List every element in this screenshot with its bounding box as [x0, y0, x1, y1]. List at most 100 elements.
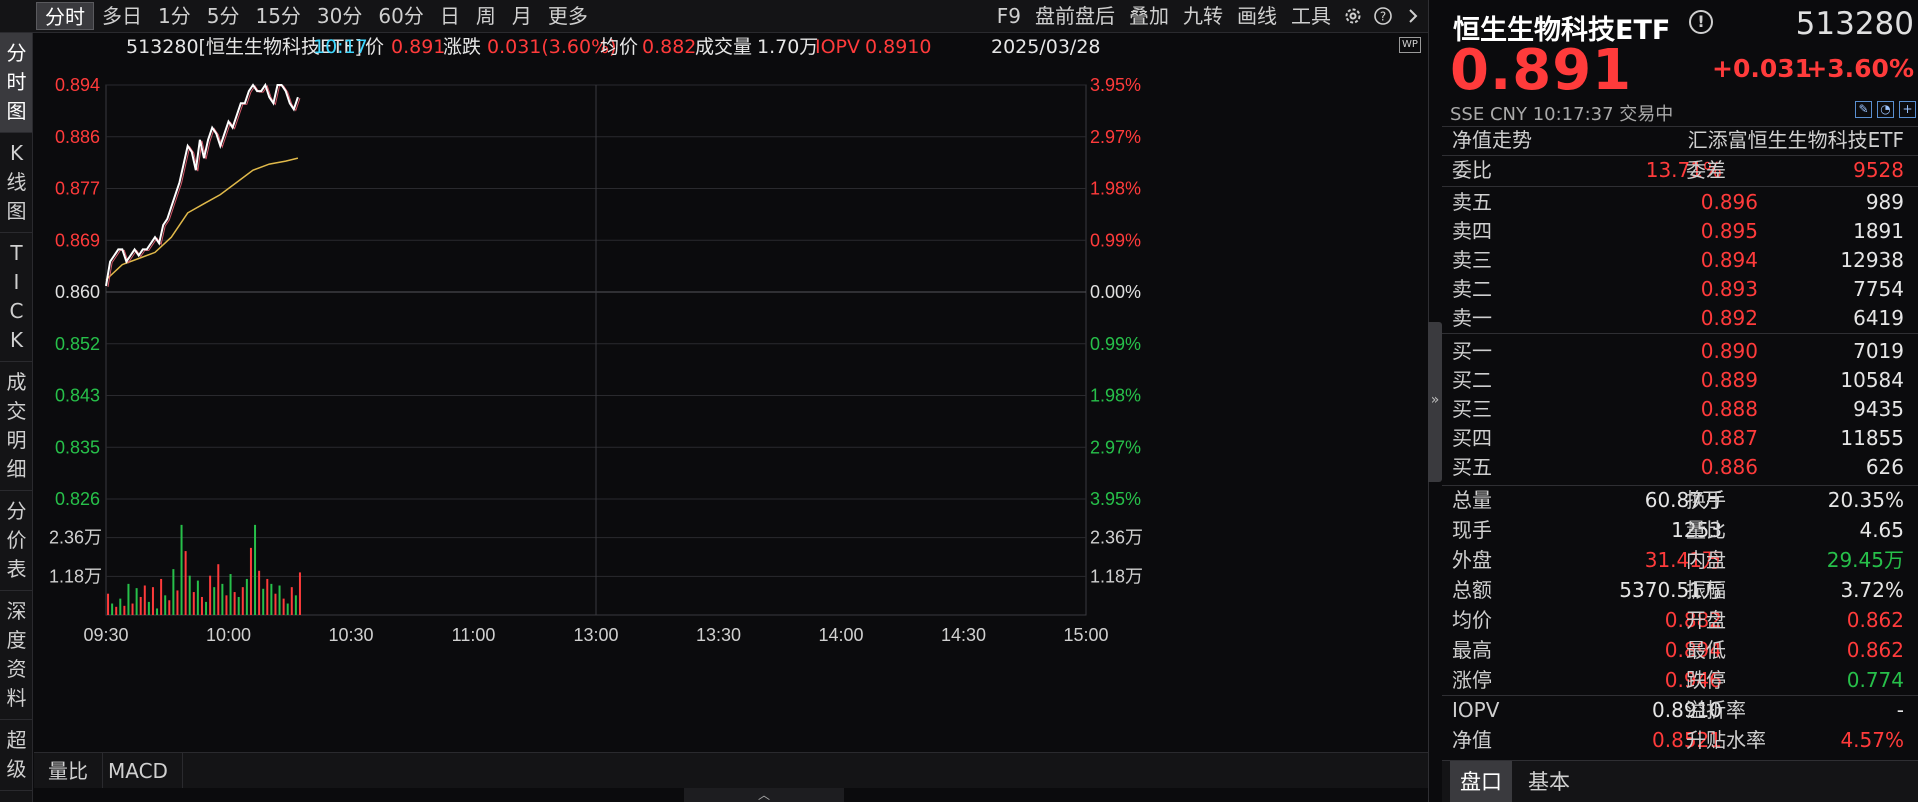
stat-label: 涨停: [1452, 668, 1492, 692]
bid-price: 0.888: [1700, 397, 1758, 421]
tab-30min[interactable]: 30分: [309, 2, 370, 30]
ask-level-row[interactable]: 卖四 0.895 1891: [1442, 217, 1918, 246]
stat-row[interactable]: 最高 0.894 最低 0.862: [1442, 636, 1918, 665]
top-toolbar: 分时 多日 1分 5分 15分 30分 60分 日 周 月 更多 F9 盘前盘后…: [0, 0, 1428, 33]
ask-price: 0.893: [1700, 277, 1758, 301]
ask-level-row[interactable]: 卖一 0.892 6419: [1442, 304, 1918, 333]
nav-trend-row[interactable]: 净值走势 汇添富恒生生物科技ETF: [1442, 126, 1918, 155]
iopv-value: 0.8910: [865, 36, 932, 58]
tab-60min[interactable]: 60分: [370, 2, 431, 30]
chevron-right-icon[interactable]: [1398, 2, 1428, 30]
bid-level-label: 买三: [1452, 397, 1492, 421]
bid-level-row[interactable]: 买一 0.890 7019: [1442, 337, 1918, 366]
tab-1min[interactable]: 1分: [150, 2, 199, 30]
nav-super[interactable]: 超级: [0, 720, 32, 791]
nav-trade-detail[interactable]: 成交明细: [0, 362, 32, 491]
price-line: [105, 82, 299, 287]
period-tabs: 分时 多日 1分 5分 15分 30分 60分 日 周 月 更多: [36, 2, 596, 30]
tab-week[interactable]: 周: [468, 2, 504, 30]
stat-value: 20.35%: [1827, 488, 1904, 512]
tab-volume-ratio[interactable]: 量比: [34, 753, 103, 789]
stat-row[interactable]: 外盘 31.41万 内盘 29.45万: [1442, 546, 1918, 575]
volume-tick-label-right: 2.36万: [1090, 528, 1143, 548]
bid-level-row[interactable]: 买四 0.887 11855: [1442, 424, 1918, 453]
stat-value: 29.45万: [1826, 548, 1904, 572]
ask-level-row[interactable]: 卖三 0.894 12938: [1442, 246, 1918, 275]
weibi-row: 委比 13.71% 委差 9528: [1442, 156, 1918, 185]
ask-volume: 12938: [1840, 248, 1904, 272]
tab-more[interactable]: 更多: [540, 2, 596, 30]
tab-multi-day[interactable]: 多日: [94, 2, 150, 30]
f9-button[interactable]: F9: [990, 2, 1028, 30]
overlay-button[interactable]: 叠加: [1122, 2, 1176, 30]
iopv-line: [107, 84, 301, 287]
stat-row[interactable]: 涨停 0.946 跌停 0.774: [1442, 666, 1918, 695]
stat-value: 0.862: [1846, 638, 1904, 662]
ask-level-label: 卖三: [1452, 248, 1492, 272]
nav-price-table[interactable]: 分价表: [0, 491, 32, 591]
ask-level-label: 卖五: [1452, 190, 1492, 214]
stat-row[interactable]: 总量 60.87万 换手 20.35%: [1442, 486, 1918, 515]
bid-level-label: 买一: [1452, 339, 1492, 363]
avg-price-line: [105, 157, 299, 281]
volume-tick-label-left: 2.36万: [49, 528, 102, 548]
pre-post-market-button[interactable]: 盘前盘后: [1028, 2, 1122, 30]
y-tick-label-right: 0.99%: [1090, 230, 1141, 250]
tab-15min[interactable]: 15分: [247, 2, 308, 30]
gear-icon[interactable]: [1338, 2, 1368, 30]
stat-row[interactable]: 现手 1253 量比 4.65: [1442, 516, 1918, 545]
nine-turn-button[interactable]: 九转: [1176, 2, 1230, 30]
tab-fenshi[interactable]: 分时: [36, 2, 94, 30]
nav-intraday-chart[interactable]: 分时图: [0, 33, 32, 133]
ask-level-row[interactable]: 卖二 0.893 7754: [1442, 275, 1918, 304]
nav-trend-label[interactable]: 净值走势: [1452, 126, 1532, 155]
tab-basic[interactable]: 基本: [1518, 761, 1580, 802]
collapse-panel-handle[interactable]: »: [1428, 322, 1442, 482]
help-icon[interactable]: ?: [1368, 2, 1398, 30]
nav-kline-chart[interactable]: K线图: [0, 133, 32, 233]
chevron-up-icon[interactable]: ︿: [684, 788, 844, 802]
ask-level-row[interactable]: 卖五 0.896 989: [1442, 188, 1918, 217]
tab-order-book[interactable]: 盘口: [1450, 761, 1512, 802]
y-tick-label-right: 3.95%: [1090, 75, 1141, 95]
stat-row[interactable]: 总额 5370.51万 振幅 3.72%: [1442, 576, 1918, 605]
bid-volume: 10584: [1840, 368, 1904, 392]
tab-month[interactable]: 月: [504, 2, 540, 30]
tab-macd[interactable]: MACD: [94, 753, 183, 789]
y-tick-label-left: 0.860: [55, 282, 100, 302]
stat-row[interactable]: 净值 0.8521 升贴水率 4.57%: [1442, 726, 1918, 755]
nav-depth-data[interactable]: 深度资料: [0, 591, 32, 720]
draw-line-button[interactable]: 画线: [1230, 2, 1284, 30]
tab-day[interactable]: 日: [432, 2, 468, 30]
stat-label: 内盘: [1686, 548, 1726, 572]
stat-row[interactable]: IOPV 0.8910 溢折率 -: [1442, 696, 1918, 725]
stat-value: 0.862: [1846, 608, 1904, 632]
stat-label: 均价: [1452, 608, 1492, 632]
tools-button[interactable]: 工具: [1284, 2, 1338, 30]
edit-icon[interactable]: ✎: [1855, 101, 1872, 118]
nav-tick[interactable]: TICK: [0, 233, 32, 362]
intraday-chart-area[interactable]: 513280[恒生生物科技ETF] 10:17 价 0.891 涨跌 0.031…: [34, 33, 1428, 745]
chart-canvas[interactable]: 0.894 3.95% 0.886 2.97% 0.877 1.98% 0.869 0.99%…: [34, 61, 1428, 745]
wp-badge[interactable]: WP: [1399, 37, 1421, 53]
stat-value: 3.72%: [1840, 578, 1904, 602]
stat-row[interactable]: 均价 0.882 开盘 0.862: [1442, 606, 1918, 635]
bid-price: 0.889: [1700, 368, 1758, 392]
bid-level-row[interactable]: 买二 0.889 10584: [1442, 366, 1918, 395]
y-tick-label-left: 0.826: [55, 489, 100, 509]
price-label: 价: [365, 36, 385, 58]
tab-5min[interactable]: 5分: [199, 2, 248, 30]
y-tick-label-right: 1.98%: [1090, 179, 1141, 199]
svg-text:?: ?: [1380, 10, 1386, 24]
add-icon[interactable]: +: [1899, 101, 1916, 118]
x-tick-label: 14:30: [941, 625, 986, 645]
y-tick-label-right: 0.00%: [1090, 282, 1141, 302]
bid-level-label: 买四: [1452, 426, 1492, 450]
ask-volume: 7754: [1853, 277, 1904, 301]
bid-level-row[interactable]: 买五 0.886 626: [1442, 453, 1918, 482]
info-icon[interactable]: !: [1689, 10, 1713, 34]
bid-level-row[interactable]: 买三 0.888 9435: [1442, 395, 1918, 424]
bid-price: 0.886: [1700, 455, 1758, 479]
alert-icon[interactable]: ◔: [1877, 101, 1894, 118]
tool-buttons: F9 盘前盘后 叠加 九转 画线 工具 ?: [990, 2, 1428, 30]
